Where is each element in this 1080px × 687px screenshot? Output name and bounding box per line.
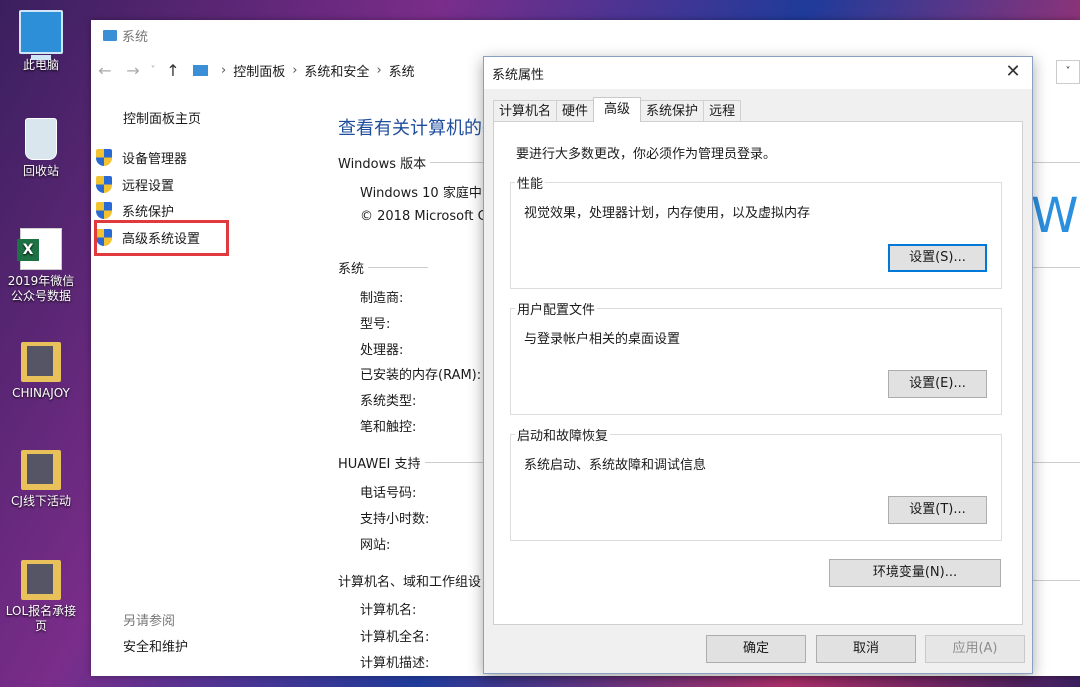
window-titlebar: 系统 bbox=[91, 20, 1080, 50]
row-label: 网站: bbox=[360, 538, 391, 553]
windows-logo-text: W bbox=[1031, 188, 1079, 244]
section-huawei-support: HUAWEI 支持 bbox=[338, 453, 485, 472]
startup-recovery-group: 启动和故障恢复 系统启动、系统故障和调试信息 设置(T)... bbox=[510, 425, 1002, 541]
desktop-icon-label: LOL报名承接页 bbox=[5, 604, 77, 633]
nav-label: 系统保护 bbox=[122, 204, 175, 220]
group-description: 视觉效果，处理器计划，内存使用，以及虚拟内存 bbox=[524, 206, 811, 221]
desktop-icon-lol[interactable]: LOL报名承接页 bbox=[0, 560, 82, 634]
folder-icon bbox=[21, 450, 61, 490]
desktop-icon-label: CJ线下活动 bbox=[11, 494, 71, 508]
row-label: 支持小时数: bbox=[360, 512, 430, 527]
control-panel-home-link[interactable]: 控制面板主页 bbox=[123, 108, 201, 127]
tab-hardware[interactable]: 硬件 bbox=[556, 100, 595, 122]
uac-shield-icon bbox=[96, 175, 112, 193]
address-dropdown-icon[interactable]: ˅ bbox=[1056, 60, 1080, 84]
environment-variables-button[interactable]: 环境变量(N)... bbox=[829, 559, 1001, 587]
system-properties-dialog: 系统属性 ✕ 计算机名 硬件 高级 系统保护 远程 要进行大多数更改，你必须作为… bbox=[483, 56, 1033, 674]
cancel-button[interactable]: 取消 bbox=[816, 635, 916, 663]
desktop-icon-recycle-bin[interactable]: 回收站 bbox=[0, 118, 82, 179]
back-icon[interactable]: ← bbox=[91, 61, 119, 80]
advanced-tab-panel: 要进行大多数更改，你必须作为管理员登录。 性能 视觉效果，处理器计划，内存使用，… bbox=[493, 121, 1023, 625]
row-label: 电话号码: bbox=[360, 486, 417, 501]
security-maintenance-link[interactable]: 安全和维护 bbox=[123, 636, 188, 655]
breadcrumb-item[interactable]: 系统 bbox=[389, 61, 415, 80]
nav-device-manager[interactable]: 设备管理器 bbox=[96, 146, 187, 168]
nav-label: 远程设置 bbox=[122, 178, 175, 194]
row-label: 计算机名: bbox=[360, 603, 417, 618]
tab-computer-name[interactable]: 计算机名 bbox=[493, 100, 558, 122]
row-label: 处理器: bbox=[360, 343, 404, 358]
excel-file-icon: X bbox=[17, 228, 62, 270]
nav-remote-settings[interactable]: 远程设置 bbox=[96, 173, 174, 195]
row-label: 已安装的内存(RAM): bbox=[360, 368, 482, 383]
system-icon bbox=[103, 29, 117, 41]
breadcrumb-item[interactable]: 系统和安全 bbox=[304, 61, 369, 80]
folder-icon bbox=[21, 560, 61, 600]
ok-button[interactable]: 确定 bbox=[706, 635, 806, 663]
forward-icon[interactable]: → bbox=[119, 61, 147, 80]
desktop-icon-chinajoy[interactable]: CHINAJOY bbox=[0, 342, 82, 401]
windows-edition-value: Windows 10 家庭中 bbox=[360, 186, 482, 201]
dialog-title: 系统属性 bbox=[492, 67, 545, 83]
see-also-label: 另请参阅 bbox=[123, 614, 176, 629]
row-label: 系统类型: bbox=[360, 394, 417, 409]
folder-icon bbox=[21, 342, 61, 382]
row-label: 制造商: bbox=[360, 291, 404, 306]
tab-system-protection[interactable]: 系统保护 bbox=[640, 100, 705, 122]
window-title: 系统 bbox=[122, 29, 149, 45]
group-title: 性能 bbox=[515, 173, 546, 192]
uac-shield-icon bbox=[96, 148, 112, 166]
startup-recovery-settings-button[interactable]: 设置(T)... bbox=[888, 496, 987, 524]
apply-button[interactable]: 应用(A) bbox=[925, 635, 1025, 663]
desktop-icon-this-pc[interactable]: 此电脑 bbox=[0, 10, 82, 73]
desktop-icon-cj-event[interactable]: CJ线下活动 bbox=[0, 450, 82, 509]
group-title: 用户配置文件 bbox=[515, 299, 598, 318]
tab-remote[interactable]: 远程 bbox=[703, 100, 742, 122]
section-system: 系统 bbox=[338, 258, 428, 277]
up-icon[interactable]: ↑ bbox=[159, 61, 187, 80]
desktop-icon-label: 回收站 bbox=[22, 164, 59, 178]
control-panel-icon bbox=[193, 64, 208, 76]
row-label: 计算机全名: bbox=[360, 630, 430, 645]
performance-settings-button[interactable]: 设置(S)... bbox=[888, 244, 987, 272]
breadcrumb-item[interactable]: 控制面板 bbox=[233, 61, 285, 80]
user-profiles-settings-button[interactable]: 设置(E)... bbox=[888, 370, 987, 398]
copyright-text: © 2018 Microsoft C bbox=[360, 209, 487, 224]
computer-icon bbox=[19, 10, 63, 60]
page-title: 查看有关计算机的基 bbox=[338, 118, 500, 139]
recent-dropdown-icon[interactable]: ˅ bbox=[147, 65, 159, 76]
uac-shield-icon bbox=[96, 201, 112, 219]
nav-label: 设备管理器 bbox=[122, 151, 188, 167]
admin-notice: 要进行大多数更改，你必须作为管理员登录。 bbox=[516, 147, 777, 162]
row-label: 计算机描述: bbox=[360, 656, 430, 671]
desktop-icon-label: CHINAJOY bbox=[12, 386, 70, 400]
performance-group: 性能 视觉效果，处理器计划，内存使用，以及虚拟内存 设置(S)... bbox=[510, 173, 1002, 289]
group-description: 系统启动、系统故障和调试信息 bbox=[524, 458, 707, 473]
tab-strip: 计算机名 硬件 高级 系统保护 远程 bbox=[493, 97, 742, 122]
desktop-icon-label: 此电脑 bbox=[22, 58, 59, 72]
user-profiles-group: 用户配置文件 与登录帐户相关的桌面设置 设置(E)... bbox=[510, 299, 1002, 415]
close-icon[interactable]: ✕ bbox=[1002, 61, 1024, 82]
dialog-titlebar: 系统属性 bbox=[484, 57, 1032, 89]
section-windows-edition: Windows 版本 bbox=[338, 153, 490, 172]
tab-advanced[interactable]: 高级 bbox=[593, 97, 642, 122]
group-description: 与登录帐户相关的桌面设置 bbox=[524, 332, 681, 347]
desktop-icon-label: 2019年微信公众号数据 bbox=[7, 274, 75, 303]
highlight-box bbox=[94, 220, 229, 256]
row-label: 型号: bbox=[360, 317, 391, 332]
group-title: 启动和故障恢复 bbox=[515, 425, 611, 444]
breadcrumb[interactable]: › 控制面板 › 系统和安全 › 系统 bbox=[193, 58, 415, 82]
desktop-icon-excel-file[interactable]: X 2019年微信公众号数据 bbox=[0, 228, 82, 304]
recycle-bin-icon bbox=[25, 118, 57, 160]
nav-system-protection[interactable]: 系统保护 bbox=[96, 199, 174, 221]
row-label: 笔和触控: bbox=[360, 420, 417, 435]
